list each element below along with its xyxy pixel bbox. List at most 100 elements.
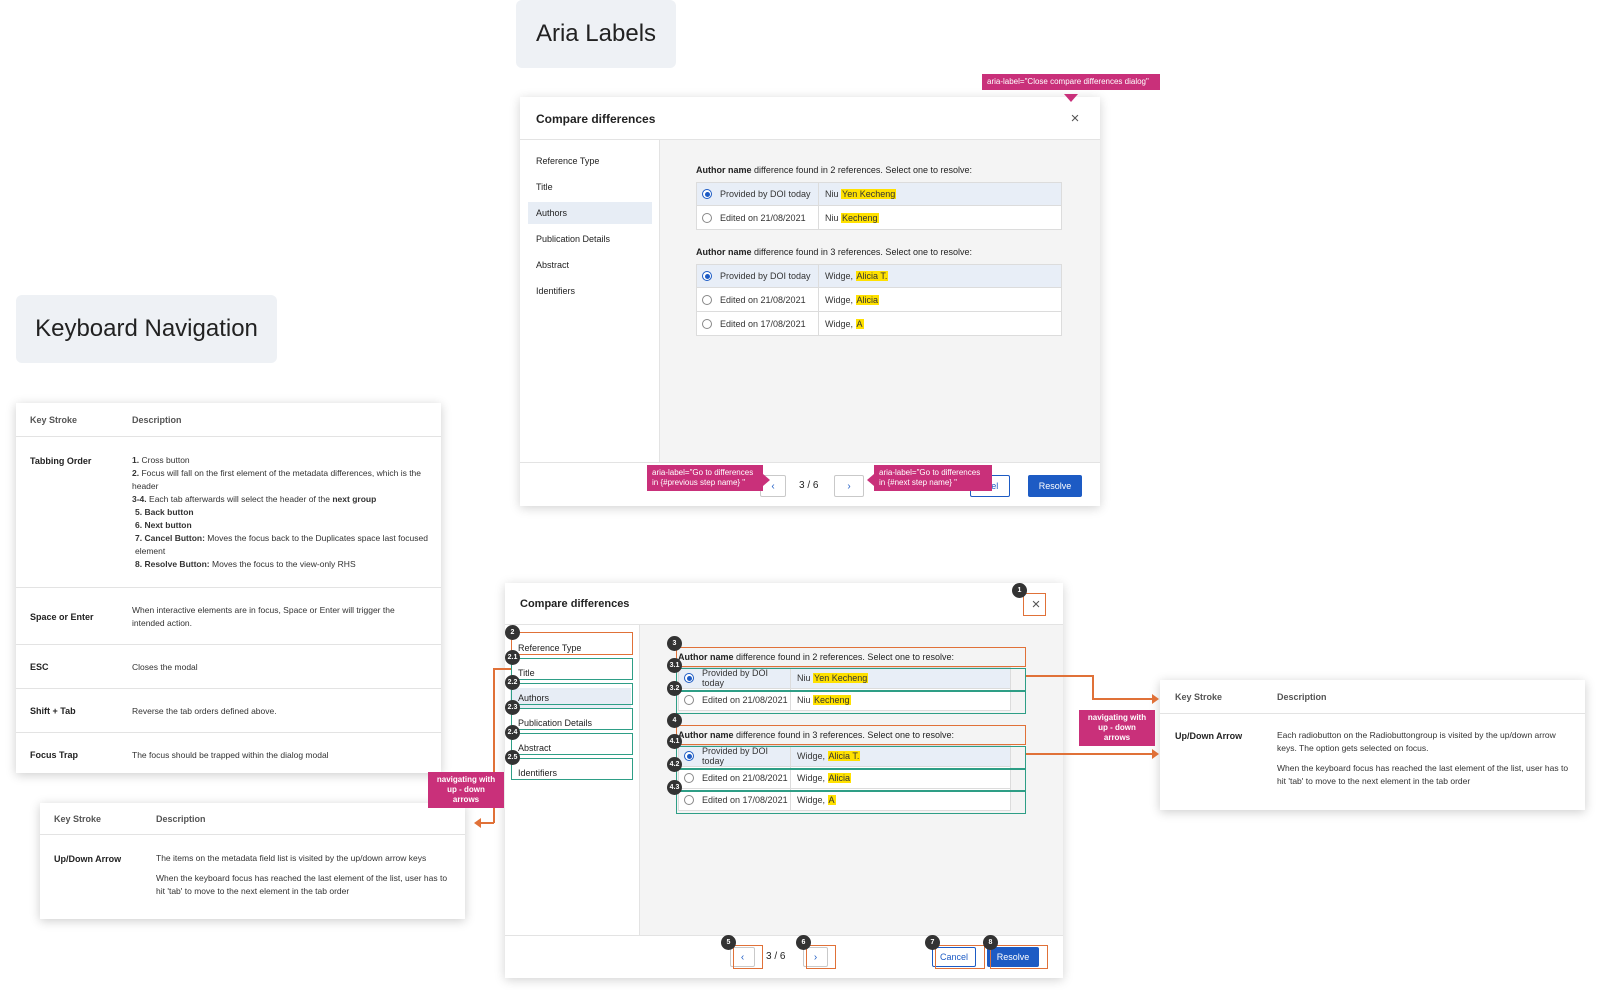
key-stroke: Up/Down Arrow: [54, 854, 122, 864]
radio-button[interactable]: [702, 271, 712, 281]
step-badge: 2.5: [505, 750, 520, 765]
sidebar-item-abstract[interactable]: Abstract: [528, 254, 652, 276]
key-stroke: Up/Down Arrow: [1175, 731, 1243, 741]
aria-labels-heading: Aria Labels: [516, 0, 676, 68]
resolve-button[interactable]: Resolve: [1028, 475, 1082, 497]
column-header-description: Description: [1277, 692, 1327, 702]
step-badge: 1: [1012, 583, 1027, 598]
table-row: Space or Enter When interactive elements…: [16, 588, 441, 645]
column-header-key: Key Stroke: [1175, 692, 1223, 702]
dialog-footer: ‹ 3 / 6 › ncel Resolve: [520, 462, 1100, 506]
keyboard-table: Key Stroke Description Tabbing Order 1. …: [16, 403, 441, 773]
step-badge: 3.2: [667, 681, 682, 696]
table-header: Key Stroke Description: [1160, 680, 1585, 714]
focus-outline-radio: [676, 746, 1026, 769]
dialog-header: Compare differences ×: [520, 97, 1100, 140]
group-title: Author name difference found in 2 refere…: [696, 165, 972, 175]
aria-tag-next: aria-label="Go to differences in {#next s…: [874, 465, 992, 491]
focus-outline-radio: [676, 769, 1026, 791]
sidebar-item-authors[interactable]: Authors: [528, 202, 652, 224]
step-badge: 4.3: [667, 780, 682, 795]
column-header-description: Description: [156, 814, 206, 824]
description: The focus should be trapped within the d…: [132, 750, 329, 760]
column-header-description: Description: [132, 415, 182, 425]
key-stroke: Tabbing Order: [30, 456, 92, 466]
focus-outline-sidebar-item: [511, 708, 633, 730]
focus-outline-radio: [676, 668, 1026, 691]
group-title: Author name difference found in 3 refere…: [696, 247, 972, 257]
close-icon[interactable]: ×: [1064, 107, 1086, 129]
table-header: Key Stroke Description: [40, 803, 465, 835]
step-badge: 2.1: [505, 650, 520, 665]
aria-tag-close: aria-label="Close compare differences di…: [982, 74, 1160, 90]
aria-compare-dialog: Compare differences × Reference Type Tit…: [520, 97, 1100, 506]
radio-button[interactable]: [702, 189, 712, 199]
connector-line: [1092, 675, 1094, 699]
navigating-tag-right: navigating with up - down arrows: [1079, 710, 1155, 746]
step-badge: 2.2: [505, 675, 520, 690]
column-header-key: Key Stroke: [30, 415, 78, 425]
arrow-head-icon: [1152, 749, 1159, 759]
key-stroke: Shift + Tab: [30, 706, 76, 716]
sidebar-item-reference-type[interactable]: Reference Type: [528, 150, 652, 172]
step-badge: 8: [983, 935, 998, 950]
arrow-head-icon: [1152, 694, 1159, 704]
description: Each radiobutton on the Radiobuttongroup…: [1277, 730, 1569, 786]
column-header-key: Key Stroke: [54, 814, 102, 824]
radio-button[interactable]: [702, 212, 712, 223]
focus-outline-sidebar-item: [511, 733, 633, 755]
radio-option[interactable]: Provided by DOI today Widge, Alicia T.: [696, 264, 1062, 288]
radio-option[interactable]: Provided by DOI today Niu Yen Kecheng: [696, 182, 1062, 206]
radio-button[interactable]: [702, 294, 712, 305]
focus-outline-sidebar-item: [511, 758, 633, 780]
step-badge: 2.4: [505, 725, 520, 740]
aria-tag-previous: aria-label="Go to differences in {#previo…: [647, 465, 763, 491]
radio-option[interactable]: Edited on 17/08/2021 Widge, A: [696, 312, 1062, 336]
navigating-tag-left: navigating with up - down arrows: [428, 772, 504, 808]
step-badge: 7: [925, 935, 940, 950]
step-badge: 5: [721, 935, 736, 950]
focus-outline-radio: [676, 791, 1026, 814]
description: Closes the modal: [132, 662, 198, 672]
focus-outline-group-header: [676, 725, 1026, 745]
aria-tag-next-pointer: [867, 474, 874, 486]
key-stroke: ESC: [30, 662, 49, 672]
focus-outline-previous: [733, 945, 763, 969]
focus-outline-cancel: [935, 945, 985, 969]
table-row: ESC Closes the modal: [16, 645, 441, 689]
connector-line: [1092, 698, 1152, 700]
description: When interactive elements are in focus, …: [132, 605, 395, 628]
step-badge: 6: [796, 935, 811, 950]
focus-outline-sidebar-header: [511, 632, 633, 655]
keyboard-navigation-heading: Keyboard Navigation: [16, 295, 277, 363]
focus-outline-resolve: [990, 945, 1048, 969]
focus-outline-sidebar-item: [511, 683, 633, 705]
dialog-title: Compare differences: [520, 598, 630, 610]
sidebar-navigation-note: Key Stroke Description Up/Down Arrow The…: [40, 803, 465, 919]
radio-option[interactable]: Edited on 21/08/2021 Widge, Alicia: [696, 288, 1062, 312]
table-header: Key Stroke Description: [16, 403, 441, 437]
dialog-sidebar: Reference Type Title Authors Publication…: [520, 140, 660, 462]
table-row: Shift + Tab Reverse the tab orders defin…: [16, 689, 441, 733]
description: 1. Cross button 2. Focus will fall on th…: [132, 455, 428, 569]
radio-navigation-note: Key Stroke Description Up/Down Arrow Eac…: [1160, 680, 1585, 810]
dialog-header: Compare differences ×: [505, 583, 1063, 625]
table-row: Tabbing Order 1. Cross button 2. Focus w…: [16, 437, 441, 588]
focus-outline-next: [806, 945, 836, 969]
step-badge: 3.1: [667, 658, 682, 673]
focus-outline-group-header: [676, 647, 1026, 667]
radio-button[interactable]: [702, 318, 712, 329]
radio-option[interactable]: Edited on 21/08/2021 Niu Kecheng: [696, 206, 1062, 230]
step-badge: 2: [505, 625, 520, 640]
connector-line: [1026, 675, 1092, 677]
sidebar-item-publication-details[interactable]: Publication Details: [528, 228, 652, 250]
dialog-content: Author name difference found in 2 refere…: [660, 140, 1100, 462]
next-button[interactable]: ›: [834, 475, 864, 497]
table-row: Focus Trap The focus should be trapped w…: [16, 733, 441, 773]
sidebar-item-identifiers[interactable]: Identifiers: [528, 280, 652, 302]
aria-tag-close-pointer: [1064, 94, 1078, 102]
step-badge: 2.3: [505, 700, 520, 715]
step-badge: 3: [667, 636, 682, 651]
key-stroke: Focus Trap: [30, 750, 79, 760]
sidebar-item-title[interactable]: Title: [528, 176, 652, 198]
